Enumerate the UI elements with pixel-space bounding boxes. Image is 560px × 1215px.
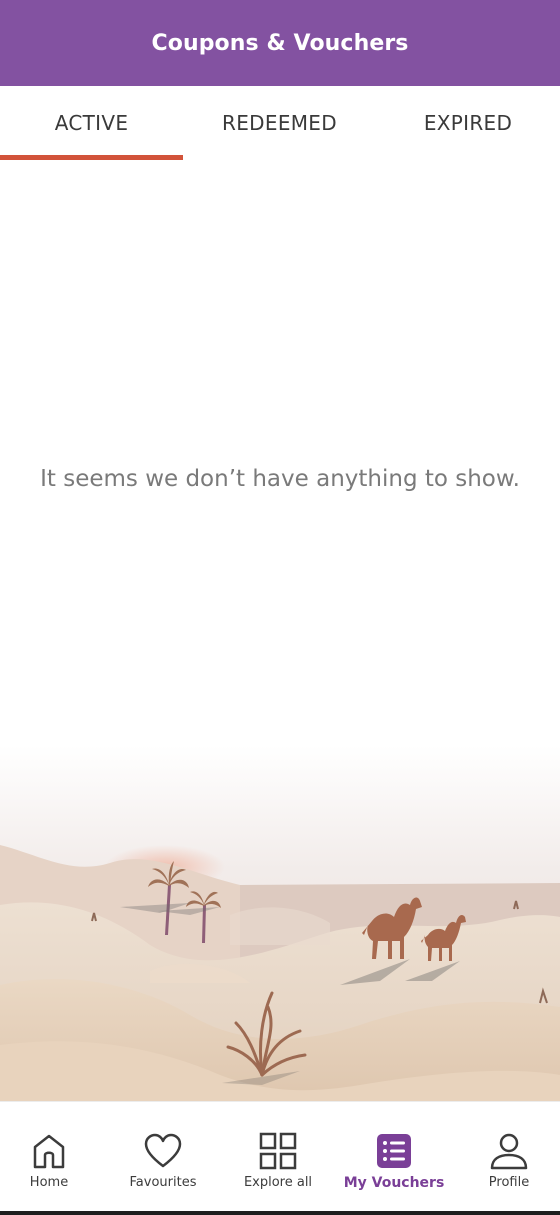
- nav-explore-all[interactable]: Explore all: [222, 1102, 334, 1212]
- tab-bar: ACTIVE REDEEMED EXPIRED: [0, 86, 560, 160]
- tab-expired[interactable]: EXPIRED: [376, 86, 560, 160]
- system-bottom-bar: [0, 1211, 560, 1215]
- selected-tab-indicator: [0, 155, 183, 160]
- app-header: Coupons & Vouchers: [0, 0, 560, 86]
- nav-home-label: Home: [29, 1175, 69, 1190]
- desert-illustration: [0, 745, 560, 1102]
- nav-favourites-label: Favourites: [129, 1175, 197, 1190]
- profile-icon: [490, 1133, 528, 1170]
- nav-home[interactable]: Home: [0, 1102, 105, 1212]
- home-icon: [33, 1134, 65, 1169]
- nav-my-vouchers-label: My Vouchers: [343, 1175, 445, 1191]
- nav-profile-label: Profile: [488, 1175, 530, 1190]
- grid-icon: [259, 1132, 297, 1170]
- tab-active[interactable]: ACTIVE: [0, 86, 183, 160]
- nav-my-vouchers[interactable]: My Vouchers: [338, 1102, 450, 1212]
- page-title: Coupons & Vouchers: [151, 30, 409, 56]
- nav-explore-all-label: Explore all: [243, 1175, 313, 1190]
- empty-state-message: It seems we don’t have anything to show.: [40, 466, 520, 492]
- tab-redeemed[interactable]: REDEEMED: [183, 86, 376, 160]
- nav-favourites[interactable]: Favourites: [107, 1102, 219, 1212]
- heart-icon: [144, 1133, 182, 1168]
- bottom-navigation: Home Favourites Explore all My Vouchers: [0, 1101, 560, 1215]
- nav-profile[interactable]: Profile: [453, 1102, 560, 1212]
- list-icon: [377, 1134, 411, 1168]
